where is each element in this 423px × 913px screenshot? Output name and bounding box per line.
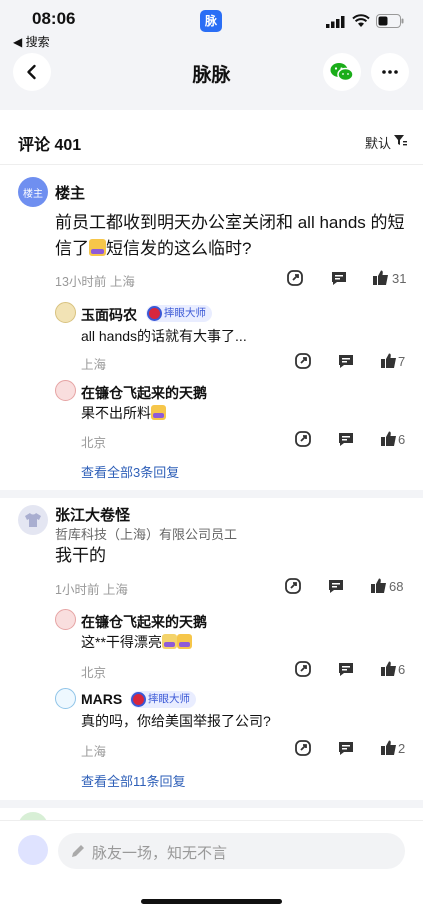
- thumbs-up-icon[interactable]: [380, 739, 398, 757]
- view-all-replies-link[interactable]: 查看全部11条回复: [81, 771, 186, 790]
- reply-text: 果不出所料: [81, 403, 166, 423]
- avatar-label: 楼主: [23, 188, 43, 200]
- title-badge: 摔眼大师: [130, 691, 196, 708]
- comment-meta: 13小时前 上海: [55, 275, 135, 289]
- like-count: 2: [398, 741, 406, 756]
- filter-sort-icon[interactable]: [394, 134, 407, 146]
- comments-count: 评论 401: [18, 137, 82, 154]
- comment-input[interactable]: 脉友一场，知无不言: [58, 833, 405, 869]
- reply-text-part: 果不出所料: [81, 405, 151, 421]
- thumbs-up-icon[interactable]: [372, 269, 390, 287]
- reply-author[interactable]: 玉面码农: [81, 305, 137, 325]
- pen-icon: [72, 845, 84, 857]
- like-count: 68: [389, 579, 404, 594]
- nav-header: 脉脉: [0, 50, 423, 100]
- share-icon[interactable]: [294, 660, 312, 678]
- badge-medal-icon: [131, 692, 146, 707]
- comment-author[interactable]: 张江大卷怪: [55, 504, 130, 525]
- reply-text-part: 这**干得漂亮: [81, 634, 162, 650]
- like-count: 7: [398, 354, 406, 369]
- share-icon[interactable]: [284, 577, 302, 595]
- wifi-icon: [352, 14, 370, 27]
- view-all-replies-link[interactable]: 查看全部3条回复: [81, 462, 179, 481]
- section-divider: [0, 490, 423, 498]
- like-count: 6: [398, 432, 406, 447]
- share-icon[interactable]: [286, 269, 304, 287]
- badge-medal-icon: [147, 306, 162, 321]
- comment-icon[interactable]: [337, 739, 355, 757]
- home-indicator: [141, 899, 282, 904]
- comment-text: 前员工都收到明天办公室关闭和 all hands 的短信了 短信发的这么临时?: [55, 210, 405, 262]
- reply-avatar[interactable]: [55, 302, 76, 323]
- title-badge: 摔眼大师: [146, 305, 212, 322]
- comment-icon[interactable]: [337, 660, 355, 678]
- sticker-emoji-icon: [161, 634, 177, 649]
- comments-header: 评论 401 默认: [0, 110, 423, 165]
- badge-label: 摔眼大师: [148, 693, 190, 705]
- badge-label: 摔眼大师: [164, 307, 206, 319]
- reply-text: 这**干得漂亮: [81, 632, 192, 652]
- thumbs-up-icon[interactable]: [380, 430, 398, 448]
- back-to-app-link[interactable]: ◀ 搜索: [13, 33, 50, 50]
- sticker-emoji-icon: [176, 634, 192, 649]
- thumbs-up-icon[interactable]: [370, 577, 388, 595]
- reply-author[interactable]: 在镰仓飞起来的天鹅: [81, 383, 207, 403]
- app-badge: 脉: [200, 10, 222, 32]
- reply-avatar[interactable]: [55, 609, 76, 630]
- sticker-emoji-icon: [151, 405, 166, 420]
- comment-input-placeholder: 脉友一场，知无不言: [92, 845, 228, 862]
- comment-text-part: 短信发的这么临时?: [106, 239, 252, 258]
- comment-icon[interactable]: [337, 352, 355, 370]
- share-icon[interactable]: [294, 352, 312, 370]
- like-count: 31: [392, 271, 407, 286]
- sticker-emoji-icon: [89, 239, 106, 256]
- ellipsis-icon: [382, 70, 398, 74]
- like-count: 6: [398, 662, 406, 677]
- tshirt-icon: [25, 513, 41, 527]
- reply-author[interactable]: MARS: [81, 691, 122, 707]
- author-company: 哲库科技（上海）有限公司员工: [55, 527, 238, 542]
- reply-text: all hands的话就有大事了...: [81, 328, 247, 344]
- battery-icon: [376, 14, 404, 28]
- reply-location: 上海: [81, 745, 107, 759]
- share-icon[interactable]: [294, 739, 312, 757]
- comment-icon[interactable]: [327, 577, 345, 595]
- comment-meta: 1小时前 上海: [55, 583, 128, 597]
- signal-icon: [326, 16, 345, 28]
- reply-avatar[interactable]: [55, 688, 76, 709]
- status-time: 08:06: [32, 9, 76, 28]
- more-button[interactable]: [371, 53, 409, 91]
- thumbs-up-icon[interactable]: [380, 352, 398, 370]
- my-avatar[interactable]: [18, 835, 48, 865]
- sort-button[interactable]: 默认: [365, 133, 391, 152]
- reply-author[interactable]: 在镰仓飞起来的天鹅: [81, 612, 207, 632]
- section-divider: [0, 800, 423, 808]
- reply-location: 上海: [81, 358, 107, 372]
- divider-band: [0, 100, 423, 110]
- reply-text: 真的吗，你给美国举报了公司?: [81, 713, 271, 729]
- comment-text: 我干的: [55, 546, 106, 565]
- avatar[interactable]: 楼主: [18, 177, 48, 207]
- reply-location: 北京: [81, 436, 107, 450]
- comment-icon[interactable]: [330, 269, 348, 287]
- comment-input-bar: 脉友一场，知无不言: [0, 820, 423, 913]
- comment-icon[interactable]: [337, 430, 355, 448]
- reply-avatar[interactable]: [55, 380, 76, 401]
- thumbs-up-icon[interactable]: [380, 660, 398, 678]
- reply-location: 北京: [81, 666, 107, 680]
- wechat-share-button[interactable]: [323, 53, 361, 91]
- status-bar: 08:06 ◀ 搜索 脉: [0, 0, 423, 50]
- comment-author[interactable]: 楼主: [55, 182, 85, 203]
- avatar[interactable]: [18, 505, 48, 535]
- share-icon[interactable]: [294, 430, 312, 448]
- wechat-icon: [330, 63, 354, 82]
